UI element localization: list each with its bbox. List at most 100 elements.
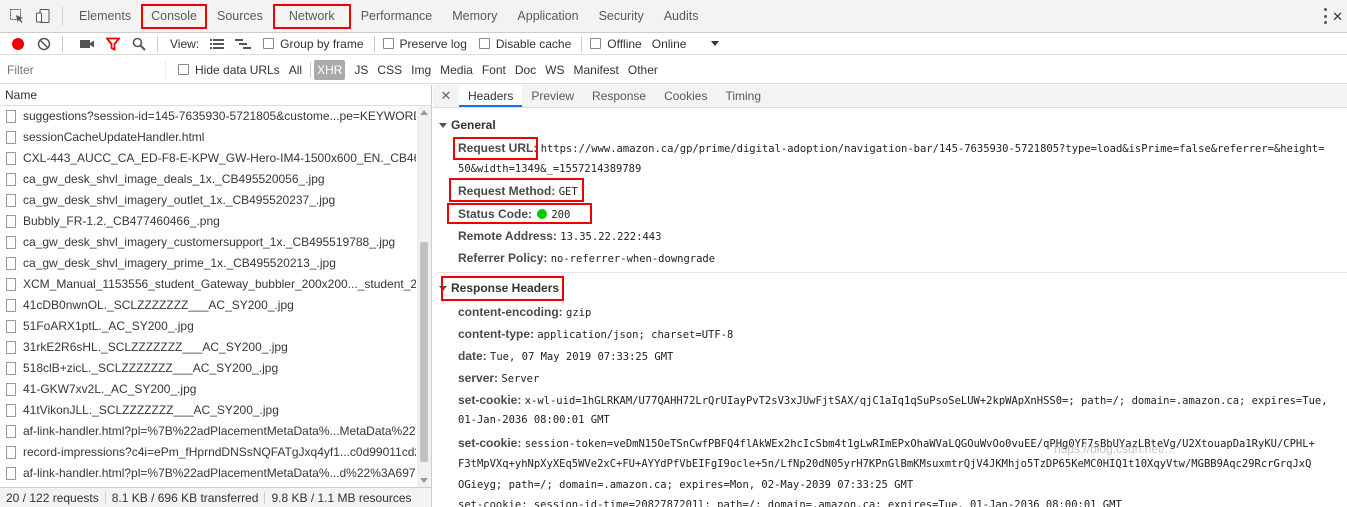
scrollbar-thumb[interactable] (420, 242, 428, 462)
capture-screenshots-icon[interactable] (79, 36, 95, 52)
header-key: set-cookie: (458, 436, 522, 450)
tab-console[interactable]: Console (141, 0, 207, 33)
tab-memory[interactable]: Memory (442, 0, 507, 33)
hide-data-urls-checkbox[interactable]: Hide data URLs (178, 63, 280, 77)
more-options-icon[interactable] (1323, 8, 1327, 24)
request-name: 41-GKW7xv2L._AC_SY200_.jpg (23, 382, 197, 396)
request-row[interactable]: 51FoARX1ptL._AC_SY200_.jpg (0, 316, 416, 337)
file-icon (6, 362, 16, 375)
status-ok-icon (537, 209, 548, 219)
request-row[interactable]: af-link-handler.html?pl=%7B%22adPlacemen… (0, 463, 416, 484)
scroll-down-icon[interactable] (420, 478, 428, 483)
tab-performance[interactable]: Performance (351, 0, 443, 33)
request-name: Bubbly_FR-1.2._CB477460466_.png (23, 214, 220, 228)
request-row[interactable]: 41-GKW7xv2L._AC_SY200_.jpg (0, 379, 416, 400)
referrer-policy-value: no-referrer-when-downgrade (550, 253, 716, 265)
request-row[interactable]: suggestions?session-id=145-7635930-57218… (0, 106, 416, 127)
inspect-element-icon[interactable] (8, 7, 26, 25)
request-name: XCM_Manual_1153556_student_Gateway_bubbl… (23, 277, 416, 291)
large-rows-icon[interactable] (209, 36, 225, 52)
file-icon (6, 467, 16, 480)
close-detail-icon[interactable]: ✕ (433, 85, 459, 107)
request-name: af-link-handler.html?pl=%7B%22adPlacemen… (23, 466, 416, 480)
request-row[interactable]: record-impressions?c4i=ePm_fHprndDNSsNQF… (0, 442, 416, 463)
header-row: set-cookie: session-token=veDmN15OeTSnCw… (458, 436, 1315, 450)
group-by-frame-checkbox[interactable]: Group by frame (263, 37, 364, 51)
tab-network[interactable]: Network (272, 0, 351, 33)
filter-type-css[interactable]: CSS (377, 63, 402, 77)
filter-icon[interactable] (105, 36, 121, 52)
filter-type-ws[interactable]: WS (545, 63, 564, 77)
request-row[interactable]: ca_gw_desk_shvl_imagery_customersupport_… (0, 232, 416, 253)
tab-timing[interactable]: Timing (716, 85, 770, 107)
response-headers-title: Response Headers (451, 281, 560, 295)
request-row[interactable]: af-link-handler.html?pl=%7B%22adPlacemen… (0, 421, 416, 442)
header-value-continuation: OGieyg; path=/; domain=.amazon.ca; expir… (458, 479, 914, 491)
header-value: application/json; charset=UTF-8 (537, 329, 734, 341)
request-row[interactable]: 518clB+zicL._SCLZZZZZZZ___AC_SY200_.jpg (0, 358, 416, 379)
request-method-row: Request Method: GET (458, 184, 578, 198)
tab-application[interactable]: Application (507, 0, 588, 33)
request-row[interactable]: ca_gw_desk_shvl_imagery_outlet_1x._CB495… (0, 190, 416, 211)
filter-type-img[interactable]: Img (411, 63, 431, 77)
tab-audits[interactable]: Audits (654, 0, 709, 33)
request-row[interactable]: CXL-443_AUCC_CA_ED-F8-E-KPW_GW-Hero-IM4-… (0, 148, 416, 169)
header-row-partial: set-cookie: session-id-time=2082787201l;… (458, 499, 1122, 507)
device-toolbar-icon[interactable] (34, 7, 52, 25)
scroll-up-icon[interactable] (420, 110, 428, 115)
file-icon (6, 152, 16, 165)
general-section-toggle[interactable]: General (439, 118, 496, 132)
close-devtools-icon[interactable]: ✕ (1332, 9, 1343, 25)
tab-elements[interactable]: Elements (69, 0, 141, 33)
request-row[interactable]: 31rkE2R6sHL._SCLZZZZZZZ___AC_SY200_.jpg (0, 337, 416, 358)
status-code-row: Status Code: 200 (458, 207, 570, 221)
disable-cache-checkbox[interactable]: Disable cache (478, 37, 571, 51)
chevron-down-icon[interactable] (711, 41, 720, 46)
filter-type-js[interactable]: JS (354, 63, 368, 77)
header-value-continuation: 01-Jan-2036 08:00:01 GMT (458, 414, 610, 426)
filter-type-all[interactable]: All (289, 63, 302, 77)
filter-input[interactable] (4, 59, 166, 80)
header-value: session-token=veDmN15OeTSnCwfPBFQ4flAkWE… (524, 438, 1315, 450)
waterfall-overview-icon[interactable] (235, 36, 252, 52)
throttling-select[interactable]: Online (652, 37, 687, 51)
toolbar-divider (62, 7, 63, 25)
filter-type-other[interactable]: Other (628, 63, 658, 77)
request-row[interactable]: sessionCacheUpdateHandler.html (0, 127, 416, 148)
tab-response[interactable]: Response (583, 85, 655, 107)
filter-type-manifest[interactable]: Manifest (574, 63, 619, 77)
response-headers-section-toggle[interactable]: Response Headers (439, 281, 559, 295)
request-list-scrollbar[interactable] (417, 106, 431, 487)
request-row[interactable]: 41tVikonJLL._SCLZZZZZZZ___AC_SY200_.jpg (0, 400, 416, 421)
toolbar-divider (373, 35, 375, 52)
preserve-log-label: Preserve log (399, 36, 467, 51)
file-icon (6, 299, 16, 312)
offline-checkbox[interactable]: Offline (590, 37, 642, 51)
header-key: content-encoding: (458, 305, 563, 319)
record-icon[interactable] (10, 36, 26, 52)
filter-type-media[interactable]: Media (440, 63, 473, 77)
tab-headers[interactable]: Headers (459, 85, 523, 107)
request-list: Name suggestions?session-id=145-7635930-… (0, 85, 432, 487)
file-icon (6, 173, 16, 186)
header-row: set-cookie: x-wl-uid=1hGLRKAM/U77QAHH72L… (458, 393, 1328, 407)
devtools-tab-bar: Elements Console Sources Network Perform… (0, 0, 1347, 33)
tab-sources[interactable]: Sources (207, 0, 273, 33)
preserve-log-checkbox[interactable]: Preserve log (382, 36, 467, 51)
filter-type-doc[interactable]: Doc (515, 63, 536, 77)
request-row[interactable]: Bubbly_FR-1.2._CB477460466_.png (0, 211, 416, 232)
request-row[interactable]: 41cDB0nwnOL._SCLZZZZZZZ___AC_SY200_.jpg (0, 295, 416, 316)
general-section-title: General (451, 118, 496, 132)
clear-icon[interactable] (36, 36, 52, 52)
tab-security[interactable]: Security (589, 0, 654, 33)
name-column-header[interactable]: Name (0, 85, 431, 106)
request-row[interactable]: ca_gw_desk_shvl_imagery_prime_1x._CB4955… (0, 253, 416, 274)
request-name: ca_gw_desk_shvl_image_deals_1x._CB495520… (23, 172, 325, 186)
request-row[interactable]: ca_gw_desk_shvl_image_deals_1x._CB495520… (0, 169, 416, 190)
filter-type-font[interactable]: Font (482, 63, 506, 77)
filter-type-xhr[interactable]: XHR (314, 59, 346, 80)
search-icon[interactable] (131, 36, 147, 52)
tab-cookies[interactable]: Cookies (655, 85, 716, 107)
tab-preview[interactable]: Preview (522, 85, 583, 107)
request-row[interactable]: XCM_Manual_1153556_student_Gateway_bubbl… (0, 274, 416, 295)
